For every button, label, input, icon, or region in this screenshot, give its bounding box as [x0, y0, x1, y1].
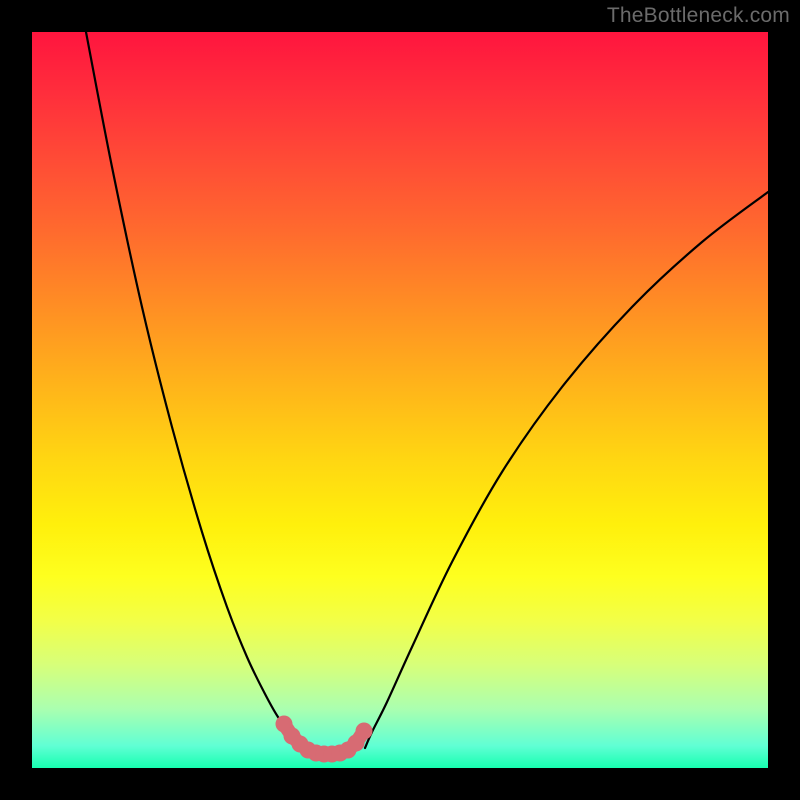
marker-dot: [356, 723, 373, 740]
curve-left: [86, 32, 307, 748]
chart-svg: [32, 32, 768, 768]
watermark-text: TheBottleneck.com: [607, 4, 790, 28]
curve-right: [365, 192, 768, 748]
plot-area: [32, 32, 768, 768]
marker-dots: [276, 716, 373, 763]
chart-frame: TheBottleneck.com: [0, 0, 800, 800]
